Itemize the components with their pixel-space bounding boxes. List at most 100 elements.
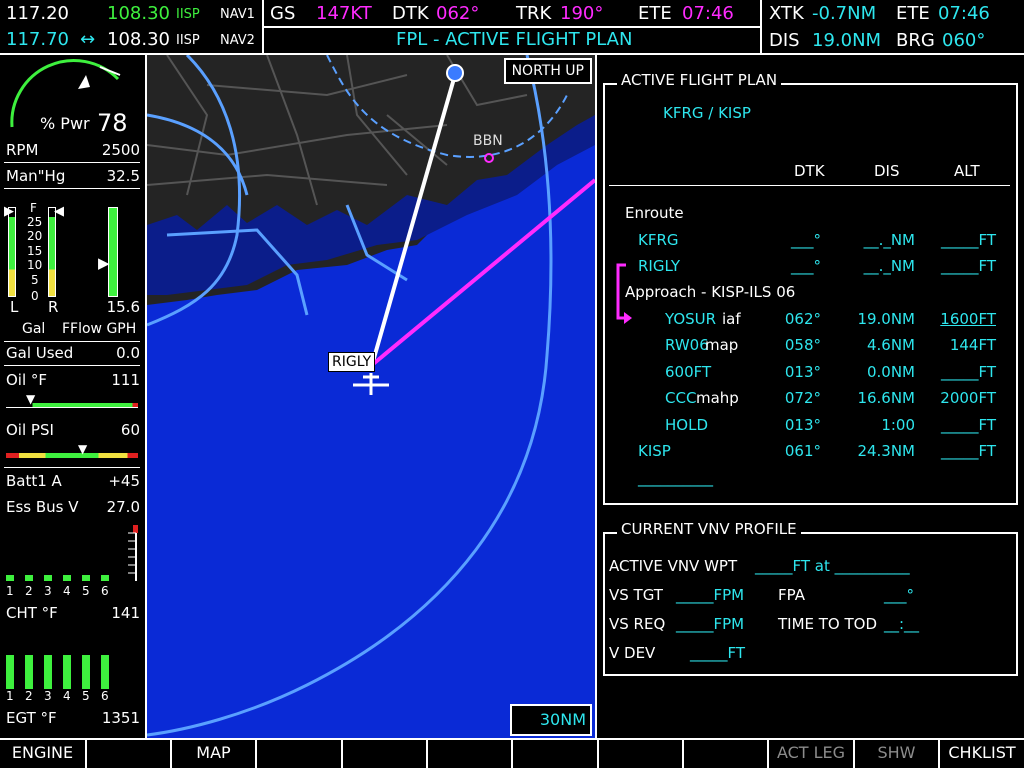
swap-arrow-icon[interactable]: ↔ (80, 31, 95, 49)
approach-header: Approach - KISP-ILS 06 (625, 283, 796, 301)
cyl-num: 1 (6, 689, 14, 703)
essbus-label: Ess Bus V (6, 498, 79, 516)
softkey-map[interactable]: MAP (170, 740, 255, 768)
wpt-dtk: ___° (791, 231, 821, 249)
gal-used-value: 0.0 (116, 344, 140, 362)
nav1-label: NAV1 (220, 7, 255, 22)
softkey-2[interactable] (85, 740, 170, 768)
power-pointer (78, 75, 90, 89)
ete-value: 07:46 (682, 3, 734, 24)
gal-label: Gal (22, 321, 46, 337)
vs-req-label: VS REQ (609, 615, 666, 633)
cyl-num: 5 (82, 584, 90, 598)
oilpsi-divider (4, 467, 140, 468)
softkey-act-leg[interactable]: ACT LEG (767, 740, 853, 768)
page-title: FPL - ACTIVE FLIGHT PLAN (396, 29, 633, 50)
dis-value: 19.0NM (812, 30, 882, 51)
rpm-value: 2500 (101, 141, 140, 159)
wpt-alt[interactable]: _____FT (941, 365, 996, 380)
wpt-alt[interactable]: _____FT (941, 444, 996, 459)
fuel-scale-25: 25 (27, 215, 43, 229)
data-bar: GS 147KT DTK 062° TRK 190° ETE 07:46 (264, 0, 760, 26)
fpl-empty-row[interactable]: __________ (638, 471, 713, 486)
vnv-box-title: CURRENT VNV PROFILE (617, 522, 801, 537)
fpa-label: FPA (778, 586, 805, 604)
moving-map[interactable]: BBN RIGLY NORTH UP 30NM (147, 55, 595, 739)
rpm-label: RPM (6, 141, 39, 159)
fuel-pointer-right: ◀ (54, 204, 64, 219)
softkey-7[interactable] (511, 740, 597, 768)
tod-label: TIME TO TOD (778, 615, 878, 633)
oil-psi-bar (6, 453, 138, 458)
col-alt: ALT (954, 162, 980, 180)
fuel-scale-20: 20 (27, 229, 43, 243)
north-up-label: NORTH UP (511, 63, 584, 79)
wpt-alt[interactable]: _____FT (941, 233, 996, 248)
nav1-active-freq[interactable]: 117.20 (6, 5, 69, 23)
ete2-label: ETE (896, 3, 930, 24)
oil-temp-value: 111 (111, 371, 140, 389)
pwr-label: % Pwr (40, 114, 90, 133)
wpt-name: RIGLY (638, 257, 680, 275)
cyl-graph-top (6, 525, 138, 581)
wpt-dis: 19.0NM (857, 310, 915, 328)
nav1-standby-freq[interactable]: 108.30 (107, 5, 170, 23)
fflow-bar (108, 207, 118, 297)
nav1-ident: IISP (176, 7, 200, 22)
gs-value: 147KT (316, 3, 372, 24)
wpt-alt[interactable]: 2000FT (940, 391, 996, 406)
manhg-value: 32.5 (106, 167, 140, 185)
brg-value: 060° (942, 30, 986, 51)
fuel-left-bar (8, 207, 16, 297)
fpa-value: ___° (884, 586, 914, 604)
fuel-left-label: L (10, 298, 19, 316)
wpt-name: KFRG (638, 231, 679, 249)
map-range-label: 30NM (539, 710, 586, 729)
gs-label: GS (270, 3, 296, 24)
rigly-label-box[interactable]: RIGLY (328, 352, 376, 372)
wpt-dis: __._NM (863, 257, 915, 275)
rigly-label: RIGLY (332, 354, 372, 370)
vnv-profile-box (603, 532, 1018, 676)
wpt-dtk: 062° (784, 310, 821, 328)
wpt-dis: 1:00 (881, 416, 915, 434)
oil-temp-label: Oil °F (6, 371, 48, 389)
batt-value: +45 (108, 472, 140, 490)
wpt-dtk: ___° (791, 257, 821, 275)
softkey-5[interactable] (341, 740, 426, 768)
engine-strip: % Pwr 78 RPM 2500 Man"Hg 32.5 F 25 20 15… (0, 55, 146, 739)
vs-tgt-value: _____FPM (676, 586, 745, 604)
col-dis: DIS (874, 162, 900, 180)
wpt-alt[interactable]: _____FT (941, 418, 996, 433)
manhg-label: Man"Hg (6, 167, 66, 185)
wpt-alt[interactable]: 1600FT (940, 312, 996, 327)
softkey-shw-chrt[interactable]: SHW CHRT (853, 740, 938, 768)
wpt-alt[interactable]: _____FT (941, 259, 996, 274)
tod-value: __:__ (884, 615, 920, 633)
softkey-engine[interactable]: ENGINE (0, 740, 85, 768)
wpt-dtk: 072° (784, 389, 821, 407)
wpt-alt[interactable]: 144FT (950, 338, 996, 353)
wpt-dtk: 061° (784, 442, 821, 460)
enroute-header: Enroute (625, 204, 684, 222)
wpt-dis: 24.3NM (857, 442, 915, 460)
wpt-dis: 0.0NM (866, 363, 915, 381)
softkey-4[interactable] (255, 740, 341, 768)
cyl-num: 4 (63, 689, 71, 703)
softkey-chklist[interactable]: CHKLIST (938, 740, 1024, 768)
nav2-standby-freq[interactable]: 108.30 (107, 31, 170, 49)
wpt-name: RW06 (665, 336, 709, 354)
gal-used-label: Gal Used (6, 344, 74, 362)
batt-label: Batt1 A (6, 472, 62, 490)
cyl-num: 6 (101, 584, 109, 598)
galused-divider (4, 365, 140, 366)
softkey-9[interactable] (682, 740, 767, 768)
softkey-8[interactable] (597, 740, 682, 768)
wpt-name: 600FT (665, 363, 712, 381)
fpl-box-title: ACTIVE FLIGHT PLAN (617, 73, 782, 88)
softkey-6[interactable] (426, 740, 511, 768)
map-orientation[interactable]: NORTH UP (503, 58, 592, 84)
map-range[interactable]: 30NM (510, 704, 592, 736)
nav2-active-freq[interactable]: 117.70 (6, 31, 69, 49)
oil-psi-pointer: ▼ (78, 442, 88, 456)
